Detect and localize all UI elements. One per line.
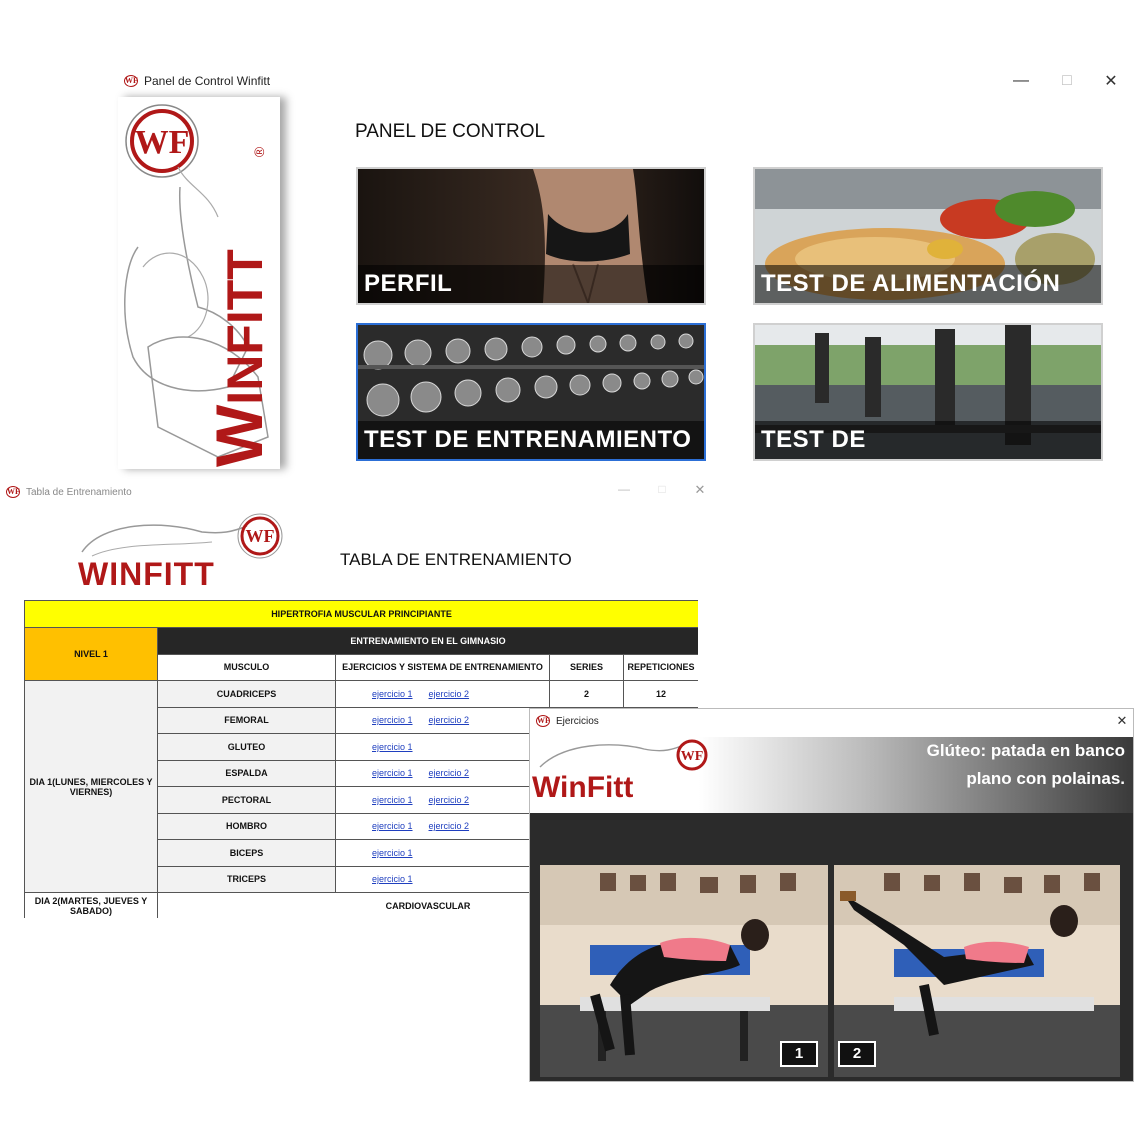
control-panel-titlebar: WF Panel de Control Winfitt (124, 74, 270, 88)
step-2-badge: 2 (838, 1041, 876, 1067)
header-ejercicios: EJERCICIOS Y SISTEMA DE ENTRENAMIENTO (335, 653, 550, 681)
muscle-cell: PECTORAL (157, 786, 336, 814)
step-1-badge: 1 (780, 1041, 818, 1067)
tile-test-entrenamiento-label: TEST DE ENTRENAMIENTO (358, 421, 704, 459)
level-cell: NIVEL 1 (24, 627, 158, 681)
table-row: DIA 1(LUNES, MIERCOLES Y VIERNES) CUADRI… (24, 680, 698, 893)
exercise-1-link[interactable]: ejercicio 1 (372, 715, 413, 725)
svg-text:WF: WF (681, 749, 704, 764)
close-button[interactable]: ✕ (1112, 713, 1132, 731)
maximize-button[interactable]: □ (650, 482, 674, 504)
day2-cell: DIA 2(MARTES, JUEVES Y SABADO) (24, 892, 158, 918)
muscle-cell: TRICEPS (157, 865, 336, 893)
exercise-caption: Glúteo: patada en banco plano con polain… (927, 737, 1125, 793)
svg-text:WF: WF (246, 526, 275, 546)
header-series: SERIES (549, 653, 624, 681)
exercise-links: ejercicio 1 (335, 839, 550, 867)
exercise-links: ejercicio 1 ejercicio 2 (335, 812, 550, 840)
muscle-cell: CUADRICEPS (157, 680, 336, 708)
tile-test-alimentacion-label: TEST DE ALIMENTACIÓN (755, 265, 1101, 303)
maximize-button[interactable]: □ (1044, 66, 1090, 96)
header-musculo: MUSCULO (157, 653, 336, 681)
exercise-2-link[interactable]: ejercicio 2 (429, 821, 470, 831)
exercise-step-1-image: 1 (540, 865, 828, 1077)
tile-test-entrenamiento[interactable]: TEST DE ENTRENAMIENTO (356, 323, 706, 461)
exercise-1-link[interactable]: ejercicio 1 (372, 821, 413, 831)
header-repeticiones: REPETICIONES (622, 653, 698, 681)
panel-heading: PANEL DE CONTROL (355, 121, 546, 142)
exercise-links: ejercicio 1 ejercicio 2 (335, 706, 550, 734)
exercise-2-link[interactable]: ejercicio 2 (429, 715, 470, 725)
caption-line-2: plano con polainas. (966, 769, 1125, 788)
section-header: ENTRENAMIENTO EN EL GIMNASIO (156, 627, 698, 655)
winfitt-vertical-logo: WF ® WINFITT (118, 97, 280, 469)
app-icon: WF (536, 715, 550, 727)
series-cell: 2 (549, 680, 624, 708)
winfitt-logo: WF WINFITT (72, 512, 288, 596)
close-button[interactable]: ✕ (688, 482, 712, 504)
muscle-cell: FEMORAL (157, 706, 336, 734)
app-icon: WF (124, 75, 138, 87)
exercise-1-link[interactable]: ejercicio 1 (372, 689, 413, 699)
exercise-links: ejercicio 1 (335, 865, 550, 893)
muscle-cell: GLUTEO (157, 733, 336, 761)
muscle-cell: HOMBRO (157, 812, 336, 840)
exercise-2-link[interactable]: ejercicio 2 (429, 768, 470, 778)
exercise-titlebar: WF Ejercicios (536, 715, 599, 727)
logo-wordmark: WinFitt (532, 771, 634, 804)
close-button[interactable]: ✕ (1088, 66, 1134, 96)
exercise-links: ejercicio 1 ejercicio 2 (335, 680, 550, 708)
svg-text:®: ® (251, 146, 267, 157)
exercise-1-link[interactable]: ejercicio 1 (372, 848, 413, 858)
exercise-1-link[interactable]: ejercicio 1 (372, 768, 413, 778)
svg-text:WF: WF (135, 124, 190, 161)
exercise-2-link[interactable]: ejercicio 2 (429, 795, 470, 805)
minimize-button[interactable]: — (998, 66, 1044, 96)
reps-cell: 12 (622, 680, 698, 708)
exercise-step-2-image: 2 (834, 865, 1120, 1077)
muscle-cell: BICEPS (157, 839, 336, 867)
muscle-cell: ESPALDA (157, 759, 336, 787)
tile-test-cardiovascular[interactable]: TEST DE CARDIOVASCULAR (753, 323, 1103, 461)
app-icon: WF (6, 486, 20, 498)
exercise-links: ejercicio 1 ejercicio 2 (335, 759, 550, 787)
exercise-1-link[interactable]: ejercicio 1 (372, 795, 413, 805)
bodybuilder-illustration: WF ® WINFITT (124, 104, 276, 467)
day1-cell: DIA 1(LUNES, MIERCOLES Y VIERNES) (24, 680, 158, 893)
exercise-photo (834, 865, 1120, 1077)
exercise-1-link[interactable]: ejercicio 1 (372, 874, 413, 884)
exercise-header: WF WinFitt Glúteo: patada en banco plano… (530, 737, 1133, 813)
table-banner: HIPERTROFIA MUSCULAR PRINCIPIANTE (24, 600, 698, 628)
window-title: Ejercicios (556, 715, 599, 727)
exercise-links: ejercicio 1 ejercicio 2 (335, 786, 550, 814)
window-title: Panel de Control Winfitt (144, 74, 271, 88)
training-heading: TABLA DE ENTRENAMIENTO (340, 550, 572, 569)
svg-text:WINFITT: WINFITT (202, 249, 276, 467)
training-titlebar: WF Tabla de Entrenamiento (6, 486, 132, 498)
tile-perfil-label: PERFIL (358, 265, 704, 303)
exercise-links: ejercicio 1 (335, 733, 550, 761)
caption-line-1: Glúteo: patada en banco (926, 741, 1125, 760)
tile-test-alimentacion[interactable]: TEST DE ALIMENTACIÓN (753, 167, 1103, 305)
tile-test-cardiovascular-label: TEST DE CARDIOVASCULAR (755, 421, 1101, 459)
exercise-1-link[interactable]: ejercicio 1 (372, 742, 413, 752)
exercise-2-link[interactable]: ejercicio 2 (429, 689, 470, 699)
tile-perfil[interactable]: PERFIL (356, 167, 706, 305)
exercise-window: WF Ejercicios ✕ WF WinFitt Glúteo: patad… (529, 708, 1134, 1082)
logo-wordmark: WINFITT (78, 556, 215, 592)
minimize-button[interactable]: — (612, 482, 636, 504)
window-title: Tabla de Entrenamiento (26, 486, 132, 498)
